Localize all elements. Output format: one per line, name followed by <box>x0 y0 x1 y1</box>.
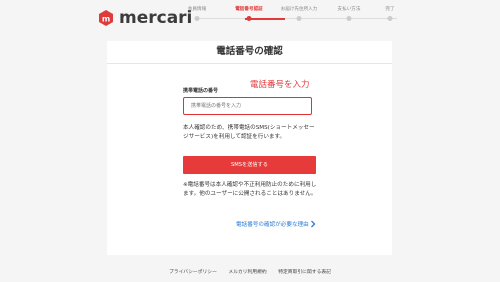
send-sms-button[interactable]: SMSを送信する <box>183 156 316 174</box>
phone-number-input[interactable] <box>183 97 312 115</box>
phone-field-label: 携帯電話の番号 <box>183 88 219 94</box>
step-label-complete: 完了 <box>385 7 395 12</box>
privacy-notice: ※電話番号は本人確認や不正利用防止のために利用します。他のユーザーに公開されるこ… <box>183 182 317 197</box>
mercari-logo-icon: m <box>97 9 115 27</box>
footer: プライバシーポリシー メルカリ利用規約 特定商取引に関する表記 <box>0 268 500 275</box>
step-dot-active <box>246 16 252 21</box>
step-label-shipping-address: お届け先住所入力 <box>280 7 318 12</box>
sms-description: 本人確認のため、携帯電話のSMS(ショートメッセージサービス)を利用して認証を行… <box>183 125 315 140</box>
help-link[interactable]: 電話番号の確認が必要な理由 <box>236 220 316 228</box>
step-dot <box>296 16 302 21</box>
step-dot <box>346 16 352 21</box>
help-link-text: 電話番号の確認が必要な理由 <box>236 222 309 228</box>
footer-link-commercial-law[interactable]: 特定商取引に関する表記 <box>278 270 331 275</box>
svg-text:m: m <box>102 15 110 24</box>
step-label-payment-method: 支払い方法 <box>337 7 361 12</box>
step-dot <box>387 16 393 21</box>
chevron-right-icon <box>310 220 316 228</box>
header: m mercari 会員情報 電話番号認証 お届け先住所入力 支払い方法 完了 <box>0 0 500 40</box>
step-dot <box>194 16 200 21</box>
progress-steps: 会員情報 電話番号認証 お届け先住所入力 支払い方法 完了 <box>188 0 397 40</box>
input-annotation: 電話番号を入力 <box>250 80 310 90</box>
footer-link-terms[interactable]: メルカリ利用規約 <box>228 270 266 275</box>
footer-link-privacy[interactable]: プライバシーポリシー <box>169 270 217 275</box>
page-title: 電話番号の確認 <box>107 41 392 64</box>
mercari-logo[interactable]: m mercari <box>97 8 192 28</box>
step-label-member-info: 会員情報 <box>187 7 207 12</box>
step-label-phone-verification: 電話番号認証 <box>235 7 263 12</box>
brand-name: mercari <box>119 8 193 28</box>
